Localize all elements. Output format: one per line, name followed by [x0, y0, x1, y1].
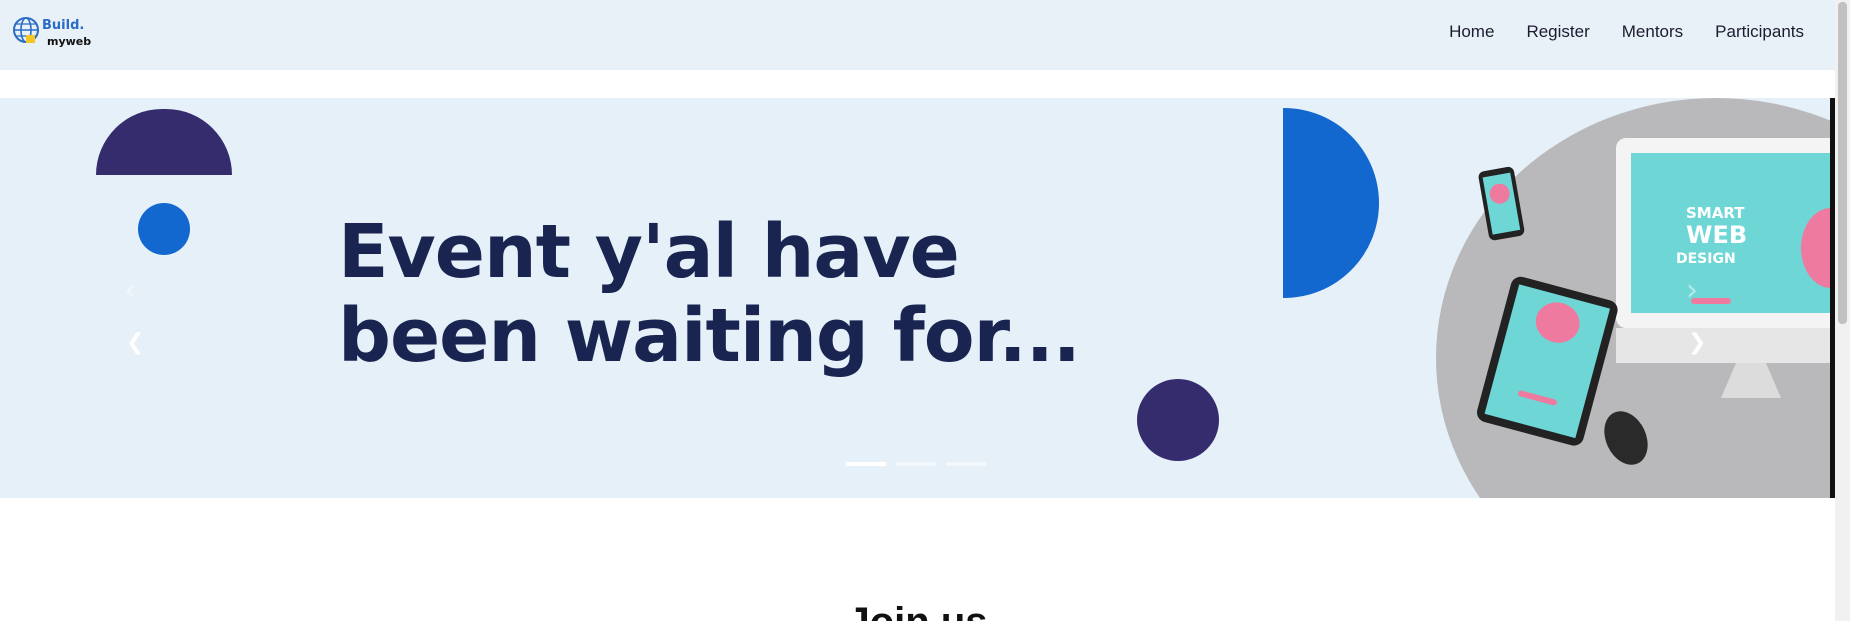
nav-link-register[interactable]: Register — [1526, 22, 1589, 42]
carousel-indicators — [846, 462, 986, 466]
nav-link-home[interactable]: Home — [1449, 22, 1494, 42]
page-scrollbar[interactable] — [1835, 0, 1850, 621]
brand-logo[interactable]: Build. myweb — [12, 14, 91, 54]
carousel-prev-icon[interactable]: ‹ — [124, 276, 136, 306]
carousel-indicator-1[interactable] — [846, 462, 886, 466]
logo-text-build: Build. — [42, 18, 85, 33]
hero-heading: Event y'al have been waiting for... — [338, 209, 1081, 379]
nav-link-participants[interactable]: Participants — [1715, 22, 1804, 42]
main-nav: Home Register Mentors Participants — [1449, 22, 1804, 42]
hero-heading-line2: been waiting for... — [338, 293, 1081, 379]
hero-carousel: SMART WEB DESIGN Event y'al have been wa… — [0, 98, 1830, 498]
join-section-title: Join us — [0, 600, 1835, 621]
carousel-next-icon[interactable]: › — [1686, 276, 1698, 306]
decor-circle-blue — [138, 203, 190, 255]
chevron-left-icon[interactable]: ❮ — [126, 332, 144, 354]
monitor-screen-text-2: WEB — [1686, 221, 1747, 249]
devices-illustration: SMART WEB DESIGN — [1476, 138, 1830, 465]
navbar: Build. myweb Home Register Mentors Parti… — [0, 0, 1835, 70]
monitor-screen-text-3: DESIGN — [1676, 251, 1736, 267]
hero-heading-line1: Event y'al have — [338, 209, 960, 295]
decor-circle-purple — [1137, 379, 1219, 461]
carousel-indicator-3[interactable] — [946, 462, 986, 466]
chevron-right-icon[interactable]: ❯ — [1688, 332, 1706, 354]
nav-link-mentors[interactable]: Mentors — [1622, 22, 1683, 42]
monitor-screen-text: SMART — [1686, 204, 1745, 222]
logo-text-myweb: myweb — [47, 35, 92, 48]
carousel-indicator-2[interactable] — [896, 462, 936, 466]
decor-half-circle-right — [1283, 108, 1379, 298]
decor-half-circle-top — [96, 109, 232, 175]
scrollbar-thumb[interactable] — [1838, 2, 1847, 324]
globe-icon — [13, 17, 39, 43]
